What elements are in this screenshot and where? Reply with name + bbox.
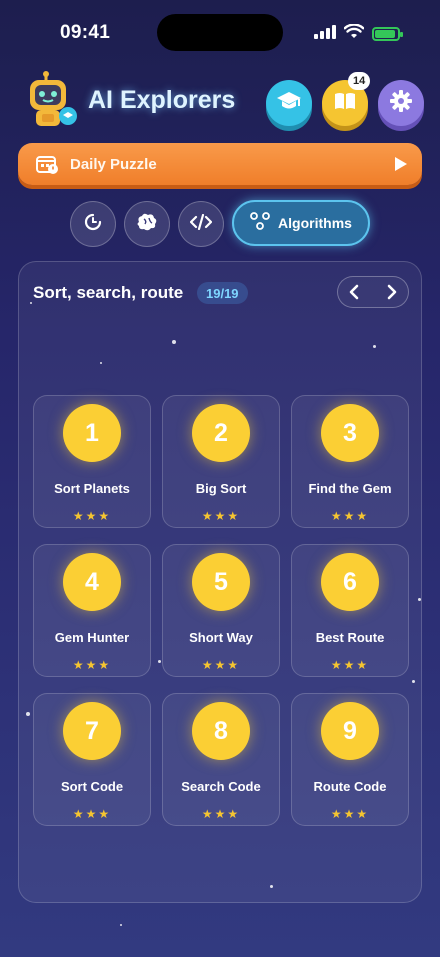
level-card[interactable]: 3 Find the Gem ★★★ bbox=[291, 395, 409, 528]
level-card[interactable]: 5 Short Way ★★★ bbox=[162, 544, 280, 677]
previous-button[interactable] bbox=[345, 283, 363, 301]
level-name: Big Sort bbox=[195, 481, 247, 496]
code-icon bbox=[189, 213, 213, 235]
level-number: 9 bbox=[321, 702, 379, 760]
battery-level bbox=[375, 30, 395, 38]
level-card[interactable]: 2 Big Sort ★★★ bbox=[162, 395, 280, 528]
section-pager bbox=[337, 276, 409, 308]
level-card[interactable]: 9 Route Code ★★★ bbox=[291, 693, 409, 826]
level-card[interactable]: 4 Gem Hunter ★★★ bbox=[33, 544, 151, 677]
filter-chip-algorithms-label: Algorithms bbox=[278, 215, 352, 231]
level-number: 8 bbox=[192, 702, 250, 760]
filter-chip-algorithms[interactable]: Algorithms bbox=[232, 200, 370, 246]
level-card[interactable]: 8 Search Code ★★★ bbox=[162, 693, 280, 826]
daily-puzzle-button[interactable]: Daily Puzzle bbox=[18, 143, 422, 185]
level-number: 2 bbox=[192, 404, 250, 462]
filter-chip-brain[interactable] bbox=[124, 201, 170, 247]
level-name: Sort Code bbox=[60, 779, 124, 794]
calendar-icon bbox=[36, 154, 58, 179]
level-name: Gem Hunter bbox=[54, 630, 130, 645]
signal-icon bbox=[314, 24, 336, 44]
level-name: Best Route bbox=[315, 630, 385, 645]
status-time: 09:41 bbox=[60, 22, 111, 43]
graduation-cap-icon bbox=[276, 90, 302, 117]
level-stars: ★★★ bbox=[201, 807, 241, 821]
gear-icon bbox=[390, 89, 412, 117]
category-filters: Algorithms bbox=[0, 200, 440, 248]
level-number: 1 bbox=[63, 404, 121, 462]
brain-icon bbox=[135, 212, 159, 237]
level-card[interactable]: 1 Sort Planets ★★★ bbox=[33, 395, 151, 528]
section-title: Sort, search, route bbox=[33, 283, 184, 302]
level-number: 7 bbox=[63, 702, 121, 760]
robot-mascot-icon bbox=[24, 70, 84, 132]
level-stars: ★★★ bbox=[330, 807, 370, 821]
filter-chip-code[interactable] bbox=[178, 201, 224, 247]
level-name: Sort Planets bbox=[54, 481, 130, 496]
settings-button[interactable] bbox=[378, 80, 424, 126]
levels-panel: Sort, search, route 19/19 1 Sort Planets… bbox=[18, 261, 422, 903]
level-name: Find the Gem bbox=[308, 481, 392, 496]
learn-button[interactable] bbox=[266, 80, 312, 126]
level-name: Route Code bbox=[313, 779, 387, 794]
level-grid: 1 Sort Planets ★★★ 2 Big Sort ★★★ 3 Find… bbox=[33, 395, 409, 826]
level-card[interactable]: 6 Best Route ★★★ bbox=[291, 544, 409, 677]
star-dot bbox=[120, 924, 122, 926]
nodes-icon bbox=[250, 211, 270, 235]
chevron-right-icon bbox=[387, 284, 397, 300]
app-header: AI Explorers bbox=[0, 70, 440, 140]
level-number: 3 bbox=[321, 404, 379, 462]
level-stars: ★★★ bbox=[72, 509, 112, 523]
filter-chip-clock[interactable] bbox=[70, 201, 116, 247]
battery-icon bbox=[372, 27, 403, 41]
play-icon bbox=[394, 156, 408, 177]
level-stars: ★★★ bbox=[201, 658, 241, 672]
next-button[interactable] bbox=[383, 283, 401, 301]
status-bar: 09:41 bbox=[0, 0, 440, 64]
progress-badge: 19/19 bbox=[197, 282, 248, 304]
level-number: 4 bbox=[63, 553, 121, 611]
level-number: 6 bbox=[321, 553, 379, 611]
level-stars: ★★★ bbox=[330, 658, 370, 672]
dynamic-island bbox=[157, 14, 283, 51]
system-icons bbox=[314, 23, 403, 44]
level-name: Search Code bbox=[181, 779, 261, 794]
book-icon bbox=[333, 91, 357, 116]
chevron-left-icon bbox=[349, 284, 359, 300]
daily-puzzle-label: Daily Puzzle bbox=[70, 156, 157, 173]
level-stars: ★★★ bbox=[201, 509, 241, 523]
level-stars: ★★★ bbox=[72, 807, 112, 821]
clock-icon bbox=[84, 213, 102, 236]
wifi-icon bbox=[343, 23, 365, 44]
book-count-badge: 14 bbox=[348, 72, 371, 90]
level-number: 5 bbox=[192, 553, 250, 611]
level-stars: ★★★ bbox=[72, 658, 112, 672]
level-stars: ★★★ bbox=[330, 509, 370, 523]
level-name: Short Way bbox=[189, 630, 253, 645]
level-card[interactable]: 7 Sort Code ★★★ bbox=[33, 693, 151, 826]
app-title: AI Explorers bbox=[88, 86, 236, 114]
